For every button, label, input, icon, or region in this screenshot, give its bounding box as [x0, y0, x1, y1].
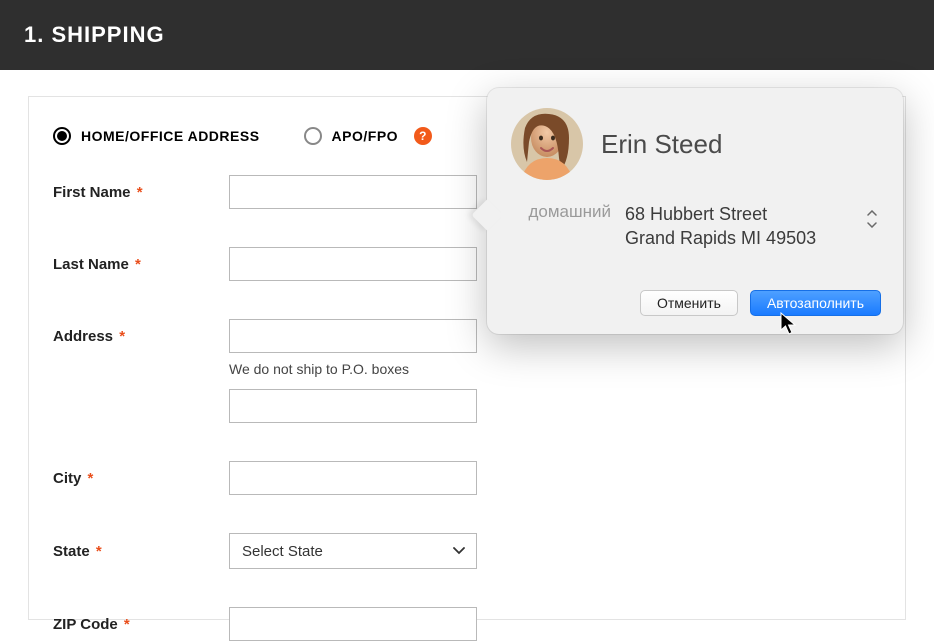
field-address2 — [53, 389, 875, 423]
city-label: City * — [53, 470, 229, 487]
address-hint: We do not ship to P.O. boxes — [229, 361, 875, 377]
radio-dot-icon — [304, 127, 322, 145]
first-name-input[interactable] — [229, 175, 477, 209]
field-state: State * Select State — [53, 533, 875, 569]
contact-row: Erin Steed — [511, 108, 881, 180]
address2-input[interactable] — [229, 389, 477, 423]
contact-name: Erin Steed — [601, 129, 722, 160]
shipping-section-header: 1. SHIPPING — [0, 0, 934, 70]
chevron-down-icon — [867, 222, 877, 228]
autofill-address-row[interactable]: домашний 68 Hubbert Street Grand Rapids … — [511, 202, 881, 251]
radio-apo-fpo[interactable]: APO/FPO — [304, 127, 399, 145]
radio-apo-fpo-label: APO/FPO — [332, 128, 399, 144]
zip-input[interactable] — [229, 607, 477, 641]
address-input[interactable] — [229, 319, 477, 353]
radio-home-office-label: HOME/OFFICE ADDRESS — [81, 128, 260, 144]
state-select[interactable]: Select State — [229, 533, 477, 569]
first-name-label: First Name * — [53, 184, 229, 201]
field-zip: ZIP Code * — [53, 607, 875, 641]
chevron-up-icon — [867, 210, 877, 216]
popover-buttons: Отменить Автозаполнить — [640, 290, 881, 316]
header-title: 1. SHIPPING — [24, 22, 165, 47]
cancel-button[interactable]: Отменить — [640, 290, 738, 316]
last-name-label: Last Name * — [53, 256, 229, 273]
address-lines: 68 Hubbert Street Grand Rapids MI 49503 — [625, 202, 816, 251]
autofill-button[interactable]: Автозаполнить — [750, 290, 881, 316]
address-type-label: домашний — [511, 202, 611, 222]
field-city: City * — [53, 461, 875, 495]
autofill-popover: Erin Steed домашний 68 Hubbert Street Gr… — [487, 88, 903, 334]
last-name-input[interactable] — [229, 247, 477, 281]
radio-dot-icon — [53, 127, 71, 145]
address-label: Address * — [53, 328, 229, 345]
address-line1: 68 Hubbert Street — [625, 202, 816, 226]
state-label: State * — [53, 543, 229, 560]
avatar — [511, 108, 583, 180]
help-icon[interactable]: ? — [414, 127, 432, 145]
city-input[interactable] — [229, 461, 477, 495]
zip-label: ZIP Code * — [53, 616, 229, 633]
address-stepper[interactable] — [867, 210, 877, 228]
address-line2: Grand Rapids MI 49503 — [625, 226, 816, 250]
radio-home-office[interactable]: HOME/OFFICE ADDRESS — [53, 127, 260, 145]
